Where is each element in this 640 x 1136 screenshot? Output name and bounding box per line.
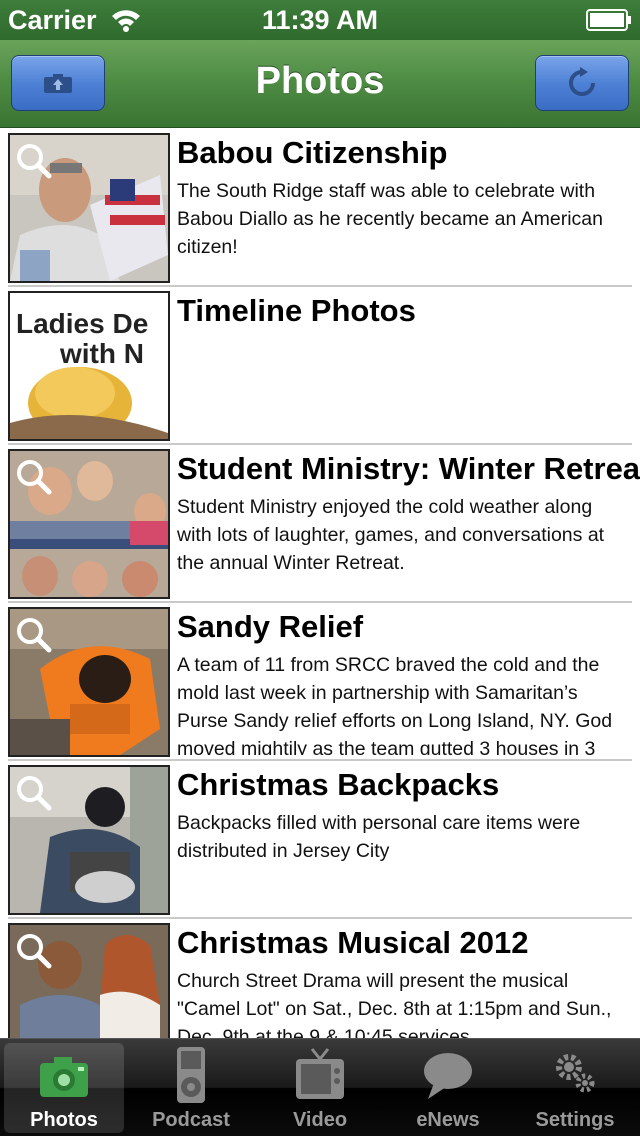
tab-label: Podcast (152, 1109, 230, 1131)
album-title: Christmas Musical 2012 (177, 925, 529, 960)
tab-enews[interactable]: eNews (388, 1043, 508, 1133)
thumb-caption-line-2: with N (59, 338, 144, 369)
refresh-button[interactable] (535, 55, 629, 111)
album-thumbnail (8, 449, 170, 599)
magnifier-icon (17, 618, 52, 653)
album-thumbnail (8, 607, 170, 757)
magnifier-icon (17, 934, 52, 969)
list-item[interactable]: Christmas Musical 2012 Church Street Dra… (0, 919, 640, 1038)
battery-icon (586, 9, 631, 31)
album-thumbnail (8, 133, 170, 283)
list-item[interactable]: Christmas Backpacks Backpacks filled wit… (0, 761, 640, 919)
tab-podcast[interactable]: Podcast (131, 1043, 251, 1133)
list-item[interactable]: Babou Citizenship The South Ridge staff … (0, 129, 640, 287)
tab-label: eNews (416, 1109, 480, 1131)
album-description: Church Street Drama will present the mus… (177, 970, 612, 1038)
status-bar: Carrier 11:39 AM (0, 0, 640, 40)
status-time: 11:39 AM (261, 5, 379, 35)
magnifier-icon (17, 460, 52, 495)
album-description (177, 335, 632, 439)
album-title: Sandy Relief (177, 609, 364, 644)
album-description: The South Ridge staff was able to celebr… (177, 180, 603, 258)
refresh-icon (569, 67, 595, 96)
list-item[interactable]: Student Ministry: Winter Retreat Student… (0, 445, 640, 603)
album-description: Backpacks filled with personal care item… (177, 812, 581, 862)
magnifier-icon (17, 144, 52, 179)
album-thumbnail (8, 923, 170, 1038)
magnifier-icon (17, 776, 52, 811)
tab-label: Settings (535, 1109, 615, 1131)
navigation-bar: Photos (0, 40, 640, 128)
tab-video[interactable]: Video (260, 1043, 380, 1133)
gears-icon (556, 1054, 595, 1093)
ipod-icon (177, 1047, 205, 1103)
tab-label: Photos (30, 1109, 98, 1131)
tv-icon (296, 1048, 344, 1099)
album-thumbnail: Ladies De with N (8, 291, 170, 441)
camera-icon (40, 1057, 88, 1097)
list-item[interactable]: Ladies De with N Timeline Photos (0, 287, 640, 445)
photo-album-list[interactable]: Babou Citizenship The South Ridge staff … (0, 129, 640, 1038)
tab-bar: Photos Podcast Video eNews Settings (0, 1038, 640, 1136)
album-title: Christmas Backpacks (177, 767, 500, 802)
album-title: Timeline Photos (177, 293, 416, 328)
list-item[interactable]: Sandy Relief A team of 11 from SRCC brav… (0, 603, 640, 761)
tab-label: Video (292, 1109, 348, 1131)
tab-photos[interactable]: Photos (4, 1043, 124, 1133)
album-title: Babou Citizenship (177, 135, 448, 170)
album-thumbnail (8, 765, 170, 915)
album-title: Student Ministry: Winter Retreat (177, 451, 640, 486)
album-description: Student Ministry enjoyed the cold weathe… (177, 496, 605, 574)
thumb-caption-line-1: Ladies De (16, 308, 148, 339)
album-description: A team of 11 from SRCC braved the cold a… (177, 654, 613, 755)
tab-settings[interactable]: Settings (515, 1043, 635, 1133)
speech-bubble-icon (424, 1053, 472, 1099)
